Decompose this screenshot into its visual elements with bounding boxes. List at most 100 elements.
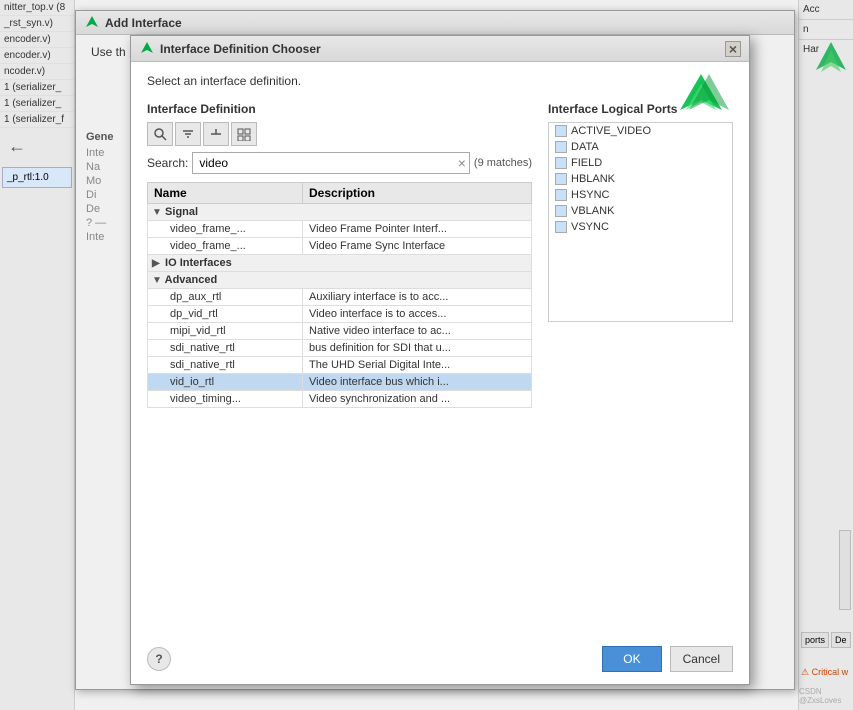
group-advanced[interactable]: ▼ Advanced <box>148 272 532 289</box>
acc-label: Acc <box>799 0 853 20</box>
row-desc: Video interface is to acces... <box>303 306 532 323</box>
table-row-selected[interactable]: vid_io_rtl Video interface bus which i..… <box>148 374 532 391</box>
panels-container: Interface Definition <box>147 102 733 408</box>
file-item-6: 1 (serializer_ <box>0 80 74 96</box>
file-item-3: encoder.v) <box>0 32 74 48</box>
port-item-vblank[interactable]: VBLANK <box>549 203 732 219</box>
row-name: mipi_vid_rtl <box>148 323 303 340</box>
search-input[interactable] <box>192 152 470 174</box>
vivado-logo-bg <box>811 40 851 83</box>
port-icon <box>555 221 567 233</box>
expand-toolbar-btn[interactable] <box>231 122 257 146</box>
port-label: ACTIVE_VIDEO <box>571 125 651 137</box>
port-icon <box>555 157 567 169</box>
col-description: Description <box>303 183 532 204</box>
port-label: VSYNC <box>571 221 609 233</box>
vivado-logo <box>674 72 729 120</box>
table-row[interactable]: video_frame_... Video Frame Sync Interfa… <box>148 238 532 255</box>
file-item-2: _rst_syn.v) <box>0 16 74 32</box>
chooser-title: Interface Definition Chooser <box>160 42 725 56</box>
table-row[interactable]: dp_aux_rtl Auxiliary interface is to acc… <box>148 289 532 306</box>
col-name: Name <box>148 183 303 204</box>
chooser-titlebar: Interface Definition Chooser × <box>131 36 749 62</box>
file-item-5: ncoder.v) <box>0 64 74 80</box>
port-item-field[interactable]: FIELD <box>549 155 732 171</box>
definition-table: Name Description ▼ Signal video_frame_..… <box>147 182 532 408</box>
group-signal[interactable]: ▼ Signal <box>148 204 532 221</box>
close-button[interactable]: × <box>725 41 741 57</box>
collapse-toolbar-btn[interactable] <box>203 122 229 146</box>
port-item-active-video[interactable]: ACTIVE_VIDEO <box>549 123 732 139</box>
search-toolbar-btn[interactable] <box>147 122 173 146</box>
left-panel-title: Interface Definition <box>147 102 532 116</box>
watermark: CSDN @ZxsLoves <box>799 687 851 705</box>
row-desc: Video Frame Sync Interface <box>303 238 532 255</box>
help-button[interactable]: ? <box>147 647 171 671</box>
file-item-4: encoder.v) <box>0 48 74 64</box>
bg-table-label: Gene Inte Na Mo Di De ? — Inte <box>86 131 114 245</box>
row-name: video_timing... <box>148 391 303 408</box>
chooser-dialog: Interface Definition Chooser × Select an… <box>130 35 750 685</box>
port-label: VBLANK <box>571 205 614 217</box>
port-item-vsync[interactable]: VSYNC <box>549 219 732 235</box>
right-panel: Interface Logical Ports ACTIVE_VIDEO DAT… <box>548 102 733 408</box>
port-label: HSYNC <box>571 189 610 201</box>
chooser-body: Select an interface definition. Interfac… <box>131 62 749 420</box>
port-icon <box>555 189 567 201</box>
row-desc: Video interface bus which i... <box>303 374 532 391</box>
port-label: FIELD <box>571 157 602 169</box>
dialog-footer: ? OK Cancel <box>131 646 749 672</box>
port-icon <box>555 125 567 137</box>
row-name: video_frame_... <box>148 221 303 238</box>
port-item-hblank[interactable]: HBLANK <box>549 171 732 187</box>
search-input-wrapper: × <box>192 152 470 174</box>
row-name: dp_vid_rtl <box>148 306 303 323</box>
table-row[interactable]: dp_vid_rtl Video interface is to acces..… <box>148 306 532 323</box>
toolbar <box>147 122 532 146</box>
n-label: n <box>799 20 853 40</box>
port-item-data[interactable]: DATA <box>549 139 732 155</box>
filter-toolbar-btn[interactable] <box>175 122 201 146</box>
row-desc: Auxiliary interface is to acc... <box>303 289 532 306</box>
ok-button[interactable]: OK <box>602 646 661 672</box>
ports-list: ACTIVE_VIDEO DATA FIELD HBLANK <box>548 122 733 322</box>
row-name: sdi_native_rtl <box>148 357 303 374</box>
file-item-1: nitter_top.v (8 <box>0 0 74 16</box>
row-name: dp_aux_rtl <box>148 289 303 306</box>
file-item-8: 1 (serializer_f <box>0 112 74 128</box>
row-desc: The UHD Serial Digital Inte... <box>303 357 532 374</box>
cancel-button[interactable]: Cancel <box>670 646 733 672</box>
file-sidebar: nitter_top.v (8 _rst_syn.v) encoder.v) e… <box>0 0 75 710</box>
row-desc: Video Frame Pointer Interf... <box>303 221 532 238</box>
bottom-tabs: ports De <box>799 630 853 650</box>
de-tab[interactable]: De <box>831 632 851 648</box>
table-row[interactable]: sdi_native_rtl The UHD Serial Digital In… <box>148 357 532 374</box>
add-interface-titlebar: Add Interface <box>76 11 794 35</box>
search-bar: Search: × (9 matches) <box>147 152 532 174</box>
port-icon <box>555 141 567 153</box>
add-interface-icon <box>84 15 100 31</box>
row-desc: Video synchronization and ... <box>303 391 532 408</box>
row-name: sdi_native_rtl <box>148 340 303 357</box>
group-io-interfaces[interactable]: ▶ IO Interfaces <box>148 255 532 272</box>
table-row[interactable]: video_frame_... Video Frame Pointer Inte… <box>148 221 532 238</box>
chooser-icon <box>139 41 155 57</box>
file-item-7: 1 (serializer_ <box>0 96 74 112</box>
row-name: video_frame_... <box>148 238 303 255</box>
critical-warning: ⚠ Critical w <box>799 665 853 680</box>
port-icon <box>555 173 567 185</box>
row-desc: Native video interface to ac... <box>303 323 532 340</box>
back-arrow-icon[interactable]: ← <box>0 128 74 165</box>
row-name: vid_io_rtl <box>148 374 303 391</box>
table-row[interactable]: video_timing... Video synchronization an… <box>148 391 532 408</box>
port-label: _p_rtl:1.0 <box>2 167 72 188</box>
chooser-subtitle: Select an interface definition. <box>147 74 733 88</box>
port-item-hsync[interactable]: HSYNC <box>549 187 732 203</box>
table-row[interactable]: mipi_vid_rtl Native video interface to a… <box>148 323 532 340</box>
ports-tab[interactable]: ports <box>801 632 829 648</box>
search-clear-btn[interactable]: × <box>458 155 466 171</box>
scrollbar[interactable] <box>839 530 851 610</box>
right-bg-panel: Acc n Har ports De ⚠ Critical w CSDN @Zx… <box>798 0 853 710</box>
table-row[interactable]: sdi_native_rtl bus definition for SDI th… <box>148 340 532 357</box>
search-matches: (9 matches) <box>474 157 532 169</box>
